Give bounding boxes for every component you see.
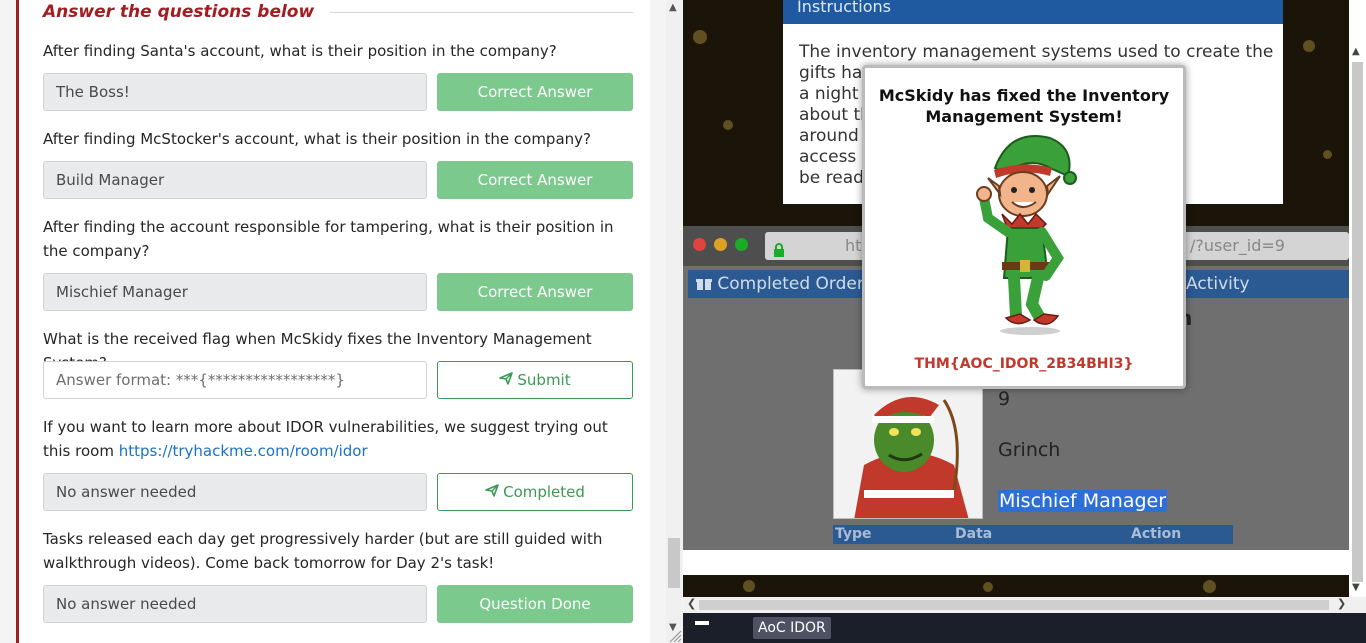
captured-flag: THM{AOC_IDOR_2B34BHI3} xyxy=(914,356,1134,372)
question-card: Answer the questions below After finding… xyxy=(16,0,650,643)
resize-grip-icon[interactable] xyxy=(668,628,682,643)
maximize-dot-icon[interactable] xyxy=(735,238,748,251)
question-done-button[interactable]: Question Done xyxy=(437,585,633,623)
answer-6-field: No answer needed xyxy=(43,585,427,623)
left-scroll-thumb[interactable] xyxy=(668,538,680,588)
right-scrollbar[interactable]: ▲ ▼ xyxy=(1349,0,1366,597)
minimize-dot-icon[interactable] xyxy=(714,238,727,251)
answer-2-field[interactable]: Build Manager xyxy=(43,161,427,199)
answer-3-field[interactable]: Mischief Manager xyxy=(43,273,427,311)
paper-plane-icon xyxy=(485,474,499,510)
left-scrollbar[interactable]: ▲ ▼ xyxy=(666,0,682,643)
modal-title: McSkidy has fixed the Inventory Manageme… xyxy=(878,86,1170,126)
gift-icon xyxy=(696,274,717,294)
activity-table-header: Type Data Action xyxy=(833,525,1233,544)
taskbar-window-item[interactable]: AoC IDOR xyxy=(753,617,831,639)
scroll-left-arrow-icon[interactable]: ❮ xyxy=(687,597,696,610)
answer-2-correct-button[interactable]: Correct Answer xyxy=(437,161,633,199)
scroll-right-arrow-icon[interactable]: ❯ xyxy=(1337,597,1346,610)
column-data: Data xyxy=(955,526,993,542)
question-1-text: After finding Santa's account, what is t… xyxy=(43,42,557,60)
heading-divider xyxy=(330,11,633,13)
url-text-end: /?user_id=9 xyxy=(1190,236,1285,255)
question-6-text: Tasks released each day get progressivel… xyxy=(43,530,603,572)
instructions-title: Instructions xyxy=(783,0,1283,24)
flag-answer-input[interactable]: Answer format: ***{*****************} xyxy=(43,361,427,399)
scroll-up-arrow-icon[interactable]: ▲ xyxy=(1352,46,1360,57)
horizontal-scrollbar[interactable]: ❮ ❯ xyxy=(683,597,1366,613)
success-modal: McSkidy has fixed the Inventory Manageme… xyxy=(862,65,1186,389)
submit-label: Submit xyxy=(517,371,571,389)
taskbar-menu-icon[interactable] xyxy=(695,621,709,625)
elf-illustration xyxy=(950,128,1100,338)
profile-username: Grinch xyxy=(998,439,1061,461)
bokeh-light xyxy=(723,120,733,130)
submit-button[interactable]: Submit xyxy=(437,361,633,399)
section-heading: Answer the questions below xyxy=(43,2,315,22)
scroll-down-arrow-icon[interactable]: ▼ xyxy=(1352,582,1360,593)
question-5-text: If you want to learn more about IDOR vul… xyxy=(43,415,639,463)
close-dot-icon[interactable] xyxy=(693,238,706,251)
completed-label: Completed xyxy=(503,483,585,501)
grinch-profile-image xyxy=(833,369,983,519)
completed-button[interactable]: Completed xyxy=(437,473,633,511)
task-panel: Answer the questions below After finding… xyxy=(0,0,666,643)
horizontal-scroll-thumb[interactable] xyxy=(699,600,1329,610)
idor-room-link[interactable]: https://tryhackme.com/room/idor xyxy=(119,442,368,460)
column-type: Type xyxy=(835,526,872,542)
vm-taskbar: AoC IDOR xyxy=(683,613,1366,643)
section-header: Answer the questions below xyxy=(43,0,633,24)
profile-position-selected: Mischief Manager xyxy=(998,490,1168,512)
nav-completed-orders[interactable]: Completed Orders xyxy=(696,270,873,298)
bokeh-light xyxy=(983,582,993,592)
question-2-text: After finding McStocker's account, what … xyxy=(43,130,591,148)
question-3-text: After finding the account responsible fo… xyxy=(43,218,614,260)
answer-3-correct-button[interactable]: Correct Answer xyxy=(437,273,633,311)
answer-1-correct-button[interactable]: Correct Answer xyxy=(437,73,633,111)
bokeh-light xyxy=(1303,40,1315,52)
instructions-line: The inventory management systems used to… xyxy=(799,42,1274,62)
paper-plane-icon xyxy=(499,362,514,398)
bokeh-light xyxy=(1323,150,1332,159)
nav-activity[interactable]: Activity xyxy=(1186,270,1250,298)
scroll-up-arrow-icon[interactable]: ▲ xyxy=(669,2,677,13)
url-text-start: ht xyxy=(845,236,862,255)
bokeh-light xyxy=(1203,580,1216,593)
bokeh-light xyxy=(693,30,707,44)
column-action: Action xyxy=(1131,526,1182,542)
answer-5-field: No answer needed xyxy=(43,473,427,511)
page-footer-strip xyxy=(683,550,1349,575)
nav-completed-orders-label: Completed Orders xyxy=(717,274,873,294)
lock-icon xyxy=(773,238,785,257)
answer-1-field[interactable]: The Boss! xyxy=(43,73,427,111)
right-scroll-thumb[interactable] xyxy=(1352,62,1363,582)
profile-user-id: 9 xyxy=(998,388,1011,410)
bokeh-light xyxy=(743,580,755,592)
